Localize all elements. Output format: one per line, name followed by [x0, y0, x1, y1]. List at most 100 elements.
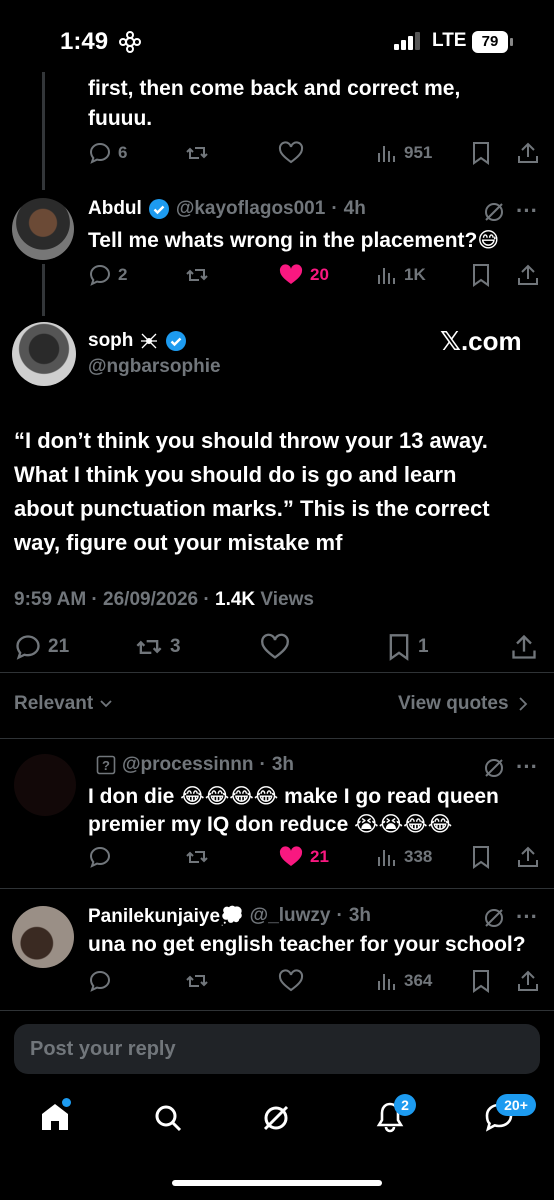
reply-button[interactable]: 21	[14, 632, 69, 662]
post-text-line: “I don’t think you should throw your 13 …	[14, 428, 488, 453]
author-row: soph	[88, 330, 187, 352]
share-icon	[512, 634, 536, 659]
tab-messages[interactable]: 20+	[482, 1094, 536, 1134]
bookmark-button[interactable]: 1	[386, 632, 429, 662]
author-name[interactable]: Abdul	[88, 198, 142, 220]
bookmark-button[interactable]	[470, 842, 492, 872]
heart-icon	[278, 969, 304, 992]
tab-search[interactable]	[152, 1102, 184, 1134]
post-text-line: way, figure out your mistake mf	[14, 530, 343, 555]
repost-button[interactable]	[185, 138, 209, 168]
more-options-icon[interactable]: ···	[516, 904, 538, 930]
view-quotes-link[interactable]: View quotes	[398, 693, 529, 715]
views-button[interactable]: 364	[376, 966, 432, 996]
avatar[interactable]	[14, 754, 76, 816]
like-button[interactable]: 21	[278, 842, 329, 872]
views-button[interactable]: 1K	[376, 260, 426, 290]
divider	[0, 1010, 554, 1011]
avatar[interactable]	[12, 906, 74, 968]
more-options-icon[interactable]: ···	[516, 754, 538, 780]
post-text-line: about punctuation marks.” This is the co…	[14, 496, 490, 521]
post-meta: 9:59 AM · 26/09/2026 · 1.4K Views	[14, 589, 314, 611]
share-button[interactable]	[516, 842, 540, 872]
svg-text:?: ?	[102, 758, 110, 773]
bookmark-button[interactable]	[470, 138, 492, 168]
analytics-icon	[378, 974, 395, 990]
tab-bar: 2 20+	[0, 1086, 554, 1166]
share-button[interactable]	[516, 138, 540, 168]
repost-button[interactable]	[185, 260, 209, 290]
more-options-icon[interactable]: ···	[516, 198, 538, 224]
repost-icon	[186, 851, 208, 863]
author-handle[interactable]: @_luwzy	[250, 905, 331, 927]
grok-icon[interactable]	[482, 200, 506, 224]
bookmark-icon	[473, 970, 489, 993]
tab-home[interactable]	[38, 1098, 72, 1134]
messages-badge: 20+	[496, 1094, 536, 1116]
grok-icon[interactable]	[482, 756, 506, 780]
repost-icon	[186, 147, 208, 159]
analytics-icon	[378, 850, 395, 866]
main-post-text: “I don’t think you should throw your 13 …	[14, 424, 544, 560]
author-handle[interactable]: @processinnn	[122, 754, 254, 776]
author-name[interactable]: soph	[88, 330, 133, 352]
author-name[interactable]: Panilekunjaiye💭	[88, 904, 244, 928]
like-button[interactable]	[278, 138, 304, 168]
post-text: Tell me whats wrong in the placement?😅	[88, 229, 500, 252]
reply-header: Abdul @kayoflagos001 · 4h	[88, 198, 366, 220]
divider	[0, 672, 554, 673]
reply-button[interactable]: 6	[88, 138, 127, 168]
repost-button[interactable]: 3	[134, 632, 181, 662]
signal-icon	[394, 32, 420, 50]
sort-dropdown[interactable]: Relevant	[14, 693, 113, 715]
post-text-line: What I think you should do is go and lea…	[14, 462, 457, 487]
bookmark-button[interactable]	[470, 260, 492, 290]
bookmark-button[interactable]	[470, 966, 492, 996]
views-label: Views	[255, 589, 314, 610]
heart-icon	[278, 141, 304, 164]
like-button[interactable]	[260, 632, 290, 662]
repost-button[interactable]	[185, 842, 209, 872]
share-button[interactable]	[516, 966, 540, 996]
bookmark-icon	[389, 634, 409, 661]
notifications-badge: 2	[394, 1094, 416, 1116]
views-button[interactable]: 338	[376, 842, 432, 872]
views-count: 338	[404, 847, 433, 866]
heart-filled-icon	[279, 846, 303, 866]
divider	[0, 738, 554, 739]
share-icon	[518, 142, 538, 163]
author-handle[interactable]: @ngbarsophie	[88, 356, 221, 378]
reply-button[interactable]	[88, 842, 112, 872]
share-icon	[518, 264, 538, 285]
spider-emoji-icon	[141, 333, 158, 349]
like-button[interactable]	[278, 966, 304, 996]
reply-composer[interactable]: Post your reply	[14, 1024, 540, 1074]
like-button[interactable]: 20	[278, 260, 329, 290]
sort-label: Relevant	[14, 693, 94, 714]
heart-filled-icon	[279, 264, 303, 284]
reply-button[interactable]: 2	[88, 260, 127, 290]
repost-button[interactable]	[185, 966, 209, 996]
post-time: 3h	[348, 905, 372, 926]
grok-icon[interactable]	[482, 906, 506, 930]
tab-grok[interactable]	[260, 1102, 292, 1134]
post-text: una no get english teacher for your scho…	[88, 933, 526, 956]
avatar[interactable]	[12, 198, 74, 260]
watermark-x-com: 𝕏.com	[440, 326, 522, 356]
author-handle[interactable]: @kayoflagos001	[176, 198, 326, 220]
share-button[interactable]	[510, 632, 538, 662]
thread-line	[42, 100, 45, 190]
reply-count: 2	[118, 265, 128, 284]
reply-button[interactable]	[88, 966, 112, 996]
bookmark-icon	[473, 846, 489, 869]
reply-icon	[89, 142, 111, 164]
like-count: 21	[310, 847, 329, 866]
share-icon	[518, 846, 538, 867]
share-button[interactable]	[516, 260, 540, 290]
post-timestamp: 9:59 AM · 26/09/2026 ·	[14, 589, 216, 610]
views-button[interactable]: 951	[376, 138, 432, 168]
avatar[interactable]	[12, 322, 76, 386]
reply-header: Panilekunjaiye💭 @_luwzy · 3h	[88, 904, 372, 928]
tab-notifications[interactable]: 2	[374, 1094, 416, 1134]
thread-line	[42, 72, 45, 100]
